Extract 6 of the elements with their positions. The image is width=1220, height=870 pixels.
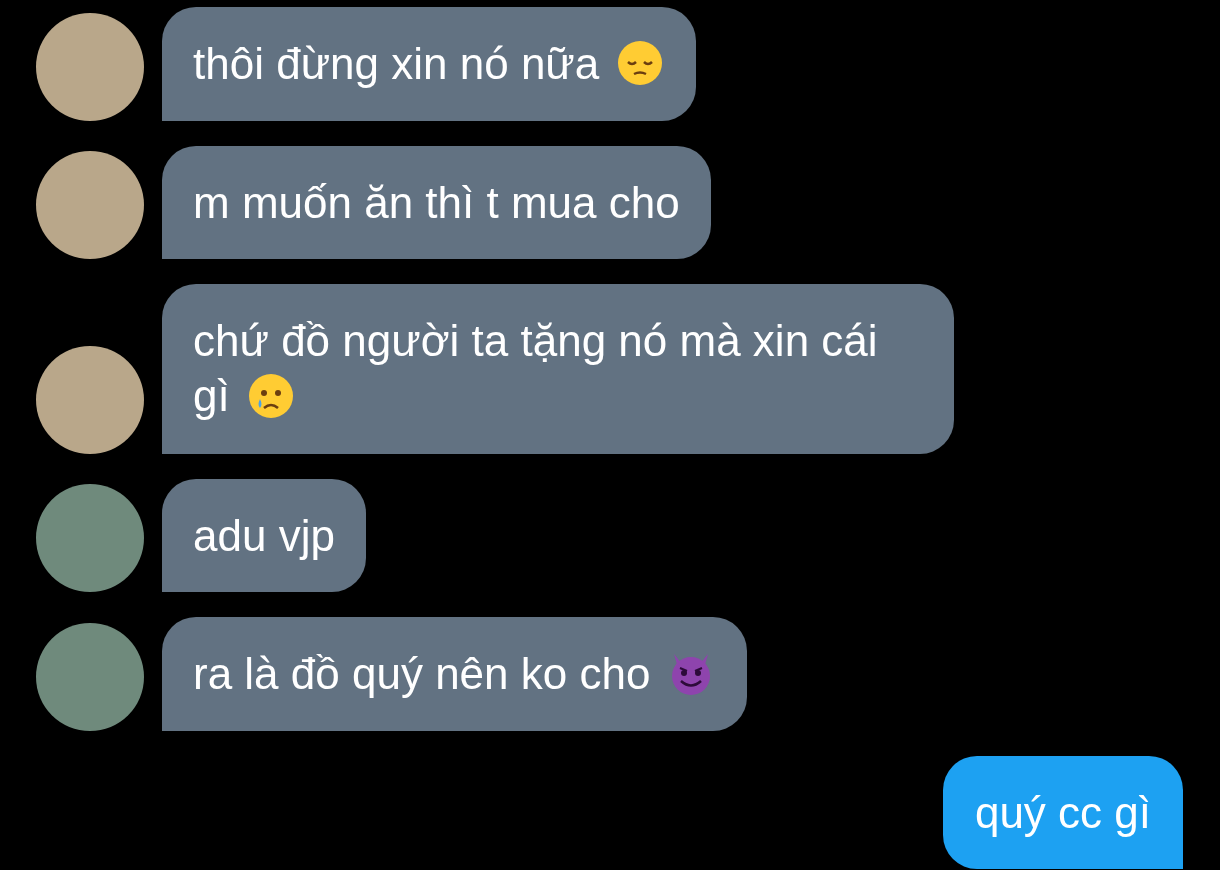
message-bubble: adu vjp — [162, 478, 366, 592]
message-bubble: m muốn ăn thì t mua cho — [162, 146, 711, 260]
message-bubble: ra là đồ quý nên ko cho — [162, 616, 748, 732]
message-bubble: thôi đừng xin nó nữa — [162, 7, 697, 122]
message-bubble: quý cc gì — [942, 756, 1183, 870]
message-bubble: chứ đồ người ta tặng nó mà xin cái gì — [162, 284, 954, 454]
